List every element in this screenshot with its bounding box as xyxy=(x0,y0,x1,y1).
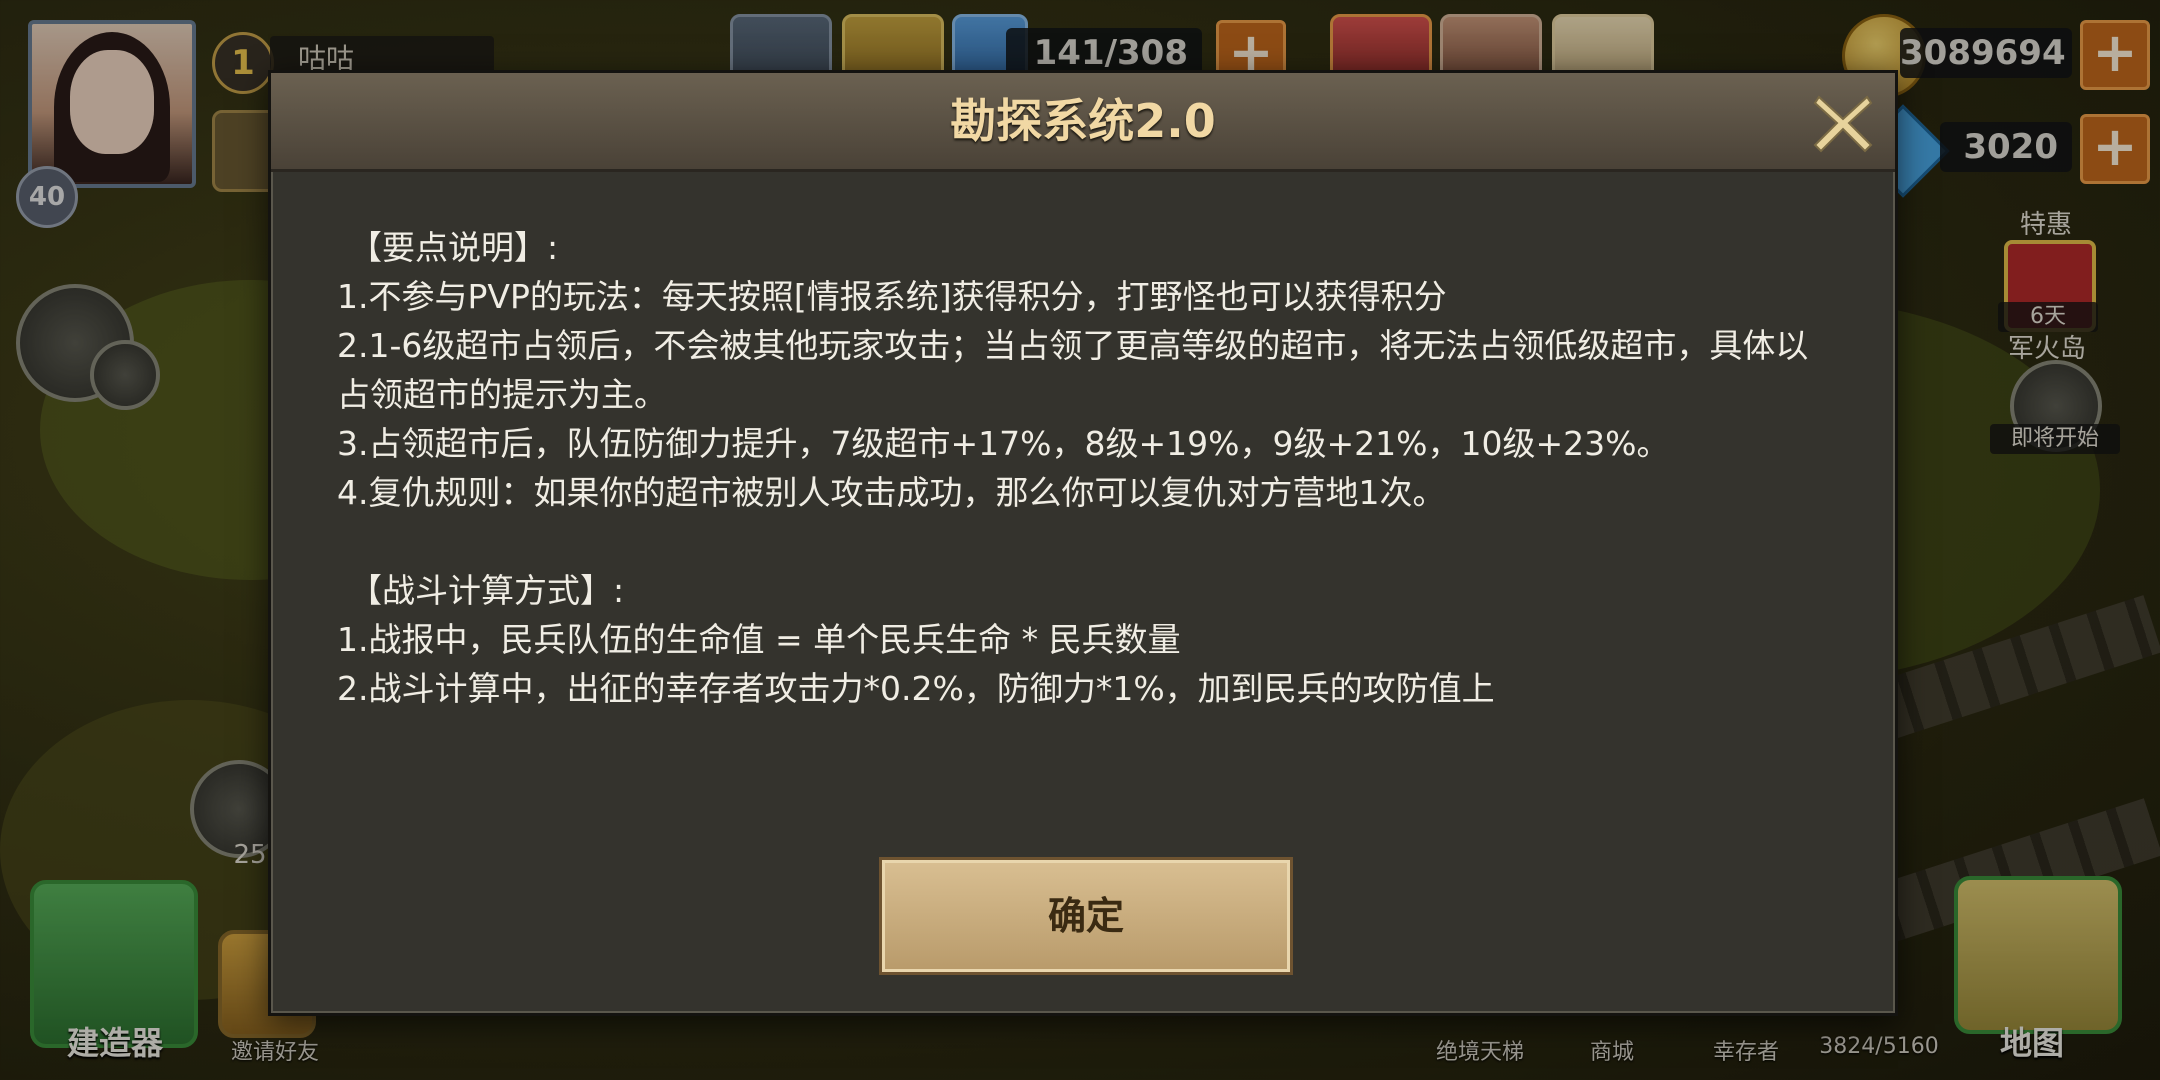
dialog-body: 【要点说明】: 1.不参与PVP的玩法：每天按照[情报系统]获得积分，打野怪也可… xyxy=(337,223,1835,713)
dialog-title: 勘探系统2.0 xyxy=(950,94,1216,148)
section-heading: 【要点说明】: xyxy=(349,228,559,267)
close-button[interactable] xyxy=(1811,91,1875,155)
close-icon xyxy=(1813,95,1873,153)
rule-line: 2.战斗计算中，出征的幸存者攻击力*0.2%，防御力*1%，加到民兵的攻防值上 xyxy=(337,669,1495,708)
rule-line: 3.占领超市后，队伍防御力提升，7级超市+17%，8级+19%，9级+21%，1… xyxy=(337,424,1670,463)
confirm-button[interactable]: 确定 xyxy=(879,857,1293,975)
info-dialog: 勘探系统2.0 【要点说明】: 1.不参与PVP的玩法：每天按照[情报系统]获得… xyxy=(268,70,1898,1016)
rule-line: 4.复仇规则：如果你的超市被别人攻击成功，那么你可以复仇对方营地1次。 xyxy=(337,473,1446,512)
rule-line: 2.1-6级超市占领后，不会被其他玩家攻击；当占领了更高等级的超市，将无法占领低… xyxy=(337,326,1809,414)
section-heading: 【战斗计算方式】: xyxy=(349,571,625,610)
rule-line: 1.不参与PVP的玩法：每天按照[情报系统]获得积分，打野怪也可以获得积分 xyxy=(337,277,1447,316)
rule-line: 1.战报中，民兵队伍的生命值 = 单个民兵生命 * 民兵数量 xyxy=(337,620,1181,659)
